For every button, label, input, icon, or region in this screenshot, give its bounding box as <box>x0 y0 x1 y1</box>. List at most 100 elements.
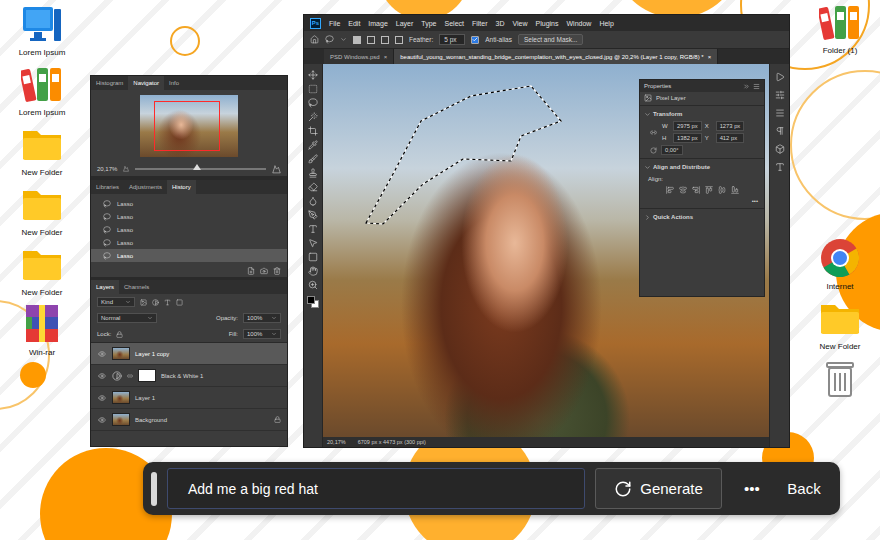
character-icon[interactable] <box>775 162 785 172</box>
filter-adjustment-icon[interactable] <box>152 299 159 306</box>
history-item[interactable]: Lasso <box>91 236 287 249</box>
dropdown-icon[interactable] <box>340 36 347 43</box>
transform-section[interactable]: Transform <box>640 108 764 120</box>
history-item[interactable]: Lasso <box>91 249 287 262</box>
photo-canvas[interactable]: PropertiesPixel LayerTransformW2975 pxX1… <box>323 64 769 437</box>
layer-row[interactable]: Background <box>91 409 287 431</box>
menu-item[interactable]: Help <box>599 20 613 27</box>
foreground-color[interactable] <box>307 296 315 304</box>
play-icon[interactable] <box>775 72 785 82</box>
layer-row[interactable]: Black & White 1 <box>91 365 287 387</box>
stamp-icon[interactable] <box>308 168 318 178</box>
pen-icon[interactable] <box>308 210 318 220</box>
feather-field[interactable]: 5 px <box>439 34 465 45</box>
type-icon[interactable] <box>308 224 318 234</box>
kind-filter[interactable]: Kind <box>97 297 135 307</box>
desktop-icon[interactable]: Folder (1) <box>806 0 874 56</box>
panel-tab[interactable]: Adjustments <box>124 180 167 194</box>
desktop-icon[interactable] <box>806 356 874 400</box>
panel-tab[interactable]: Channels <box>119 280 154 294</box>
view-box[interactable] <box>154 101 220 151</box>
desktop-icon[interactable]: Lorem Ipsum <box>8 2 76 58</box>
fill-field[interactable]: 100% <box>243 329 281 339</box>
lasso-icon[interactable] <box>325 35 334 44</box>
layer-row[interactable]: Layer 1 copy <box>91 343 287 365</box>
eye-icon[interactable] <box>98 394 106 402</box>
mode-intersect-icon[interactable] <box>395 36 403 44</box>
desktop-icon[interactable]: Lorem Ipsum <box>8 62 76 118</box>
hand-icon[interactable] <box>308 266 318 276</box>
zoom-icon[interactable] <box>308 280 318 290</box>
transform-field[interactable]: 2975 px <box>673 121 702 131</box>
menu-item[interactable]: Select <box>445 20 464 27</box>
menu-item[interactable]: Filter <box>472 20 488 27</box>
desktop-icon[interactable]: New Folder <box>8 182 76 238</box>
more-align-button[interactable]: ••• <box>752 198 758 204</box>
menu-item[interactable]: Type <box>421 20 436 27</box>
filter-shape-icon[interactable] <box>176 299 183 306</box>
shape-icon[interactable] <box>308 252 318 262</box>
back-button[interactable]: Back <box>782 480 826 497</box>
brush-icon[interactable] <box>308 154 318 164</box>
move-icon[interactable] <box>308 70 318 80</box>
mode-new-icon[interactable] <box>353 36 361 44</box>
blend-mode[interactable]: Normal <box>97 313 157 323</box>
history-item[interactable]: Lasso <box>91 210 287 223</box>
prompt-input[interactable]: Add me a big red hat <box>167 468 585 509</box>
document-tab[interactable]: beautiful_young_woman_standing_bridge_co… <box>394 49 718 64</box>
home-icon[interactable] <box>310 35 319 44</box>
eye-icon[interactable] <box>98 372 106 380</box>
menu-item[interactable]: Edit <box>348 20 360 27</box>
eraser-icon[interactable] <box>308 182 318 192</box>
desktop-icon[interactable]: New Folder <box>8 242 76 298</box>
menu-item[interactable]: Layer <box>396 20 414 27</box>
panel-tab[interactable]: Info <box>164 76 184 90</box>
eye-icon[interactable] <box>98 350 106 358</box>
align-icon[interactable] <box>705 186 713 194</box>
delete-icon[interactable] <box>273 267 281 275</box>
panel-menu-icon[interactable] <box>753 83 760 90</box>
menu-item[interactable]: Image <box>368 20 387 27</box>
eye-icon[interactable] <box>98 416 106 424</box>
paragraph-icon[interactable] <box>775 126 785 136</box>
panel-tab[interactable]: Layers <box>91 280 119 294</box>
magic-wand-icon[interactable] <box>308 112 318 122</box>
menu-item[interactable]: View <box>513 20 528 27</box>
menu-item[interactable]: File <box>329 20 340 27</box>
desktop-icon[interactable]: Internet <box>806 236 874 292</box>
desktop-icon[interactable]: New Folder <box>8 122 76 178</box>
snapshot-icon[interactable] <box>260 267 268 275</box>
transform-field[interactable]: 1382 px <box>673 133 702 143</box>
align-icon[interactable] <box>666 186 674 194</box>
desktop-icon[interactable]: New Folder <box>806 296 874 352</box>
close-tab-button[interactable]: × <box>708 54 712 60</box>
marquee-icon[interactable] <box>308 84 318 94</box>
drag-handle[interactable] <box>151 472 157 506</box>
panel-tab[interactable]: History <box>167 180 196 194</box>
align-icon[interactable] <box>731 186 739 194</box>
collapse-icon[interactable] <box>743 83 750 90</box>
align-icon[interactable] <box>679 186 687 194</box>
eyedropper-icon[interactable] <box>308 140 318 150</box>
zoom-in-icon[interactable] <box>272 165 281 174</box>
menu-item[interactable]: 3D <box>496 20 505 27</box>
opacity-field[interactable]: 100% <box>243 313 281 323</box>
quick-actions-section[interactable]: Quick Actions <box>640 211 764 223</box>
menu-item[interactable]: Plugins <box>536 20 559 27</box>
new-document-icon[interactable] <box>247 267 255 275</box>
mode-add-icon[interactable] <box>367 36 375 44</box>
lasso-icon[interactable] <box>308 98 318 108</box>
link-icon[interactable] <box>650 129 657 136</box>
menu-icon[interactable] <box>775 108 785 118</box>
history-item[interactable]: Lasso <box>91 197 287 210</box>
more-button[interactable]: ••• <box>732 480 772 497</box>
filter-type-icon[interactable] <box>164 299 171 306</box>
filter-pixel-icon[interactable] <box>140 299 147 306</box>
layer-row[interactable]: Layer 1 <box>91 387 287 409</box>
path-select-icon[interactable] <box>308 238 318 248</box>
anti-alias-checkbox[interactable] <box>471 36 479 44</box>
zoom-out-icon[interactable] <box>123 166 129 172</box>
history-item[interactable]: Lasso <box>91 223 287 236</box>
transform-field[interactable]: 1273 px <box>716 121 745 131</box>
zoom-slider[interactable] <box>135 168 266 170</box>
